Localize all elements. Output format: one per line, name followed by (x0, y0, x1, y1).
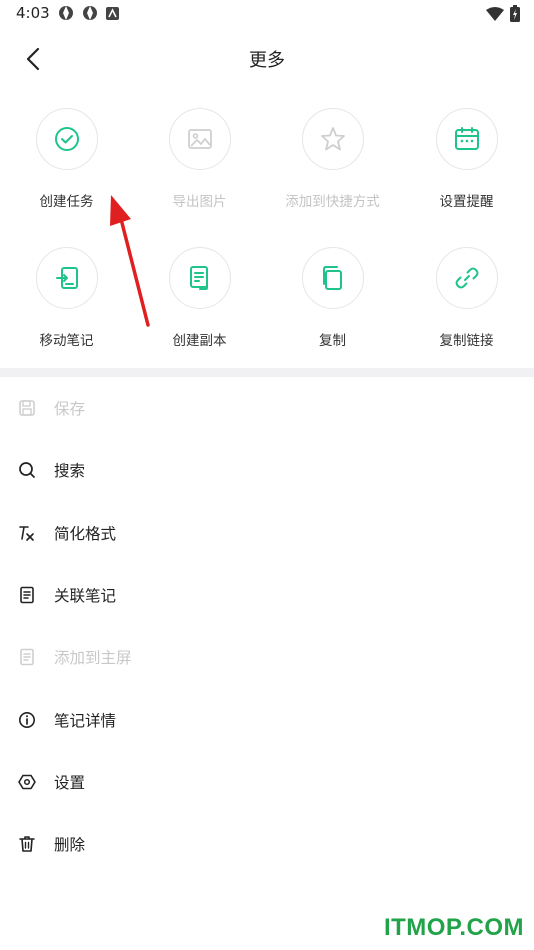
calendar-icon (454, 127, 479, 150)
status-bar: 4:03 (0, 0, 534, 28)
move-note-button[interactable]: 移动笔记 (0, 247, 133, 349)
grid-label: 添加到快捷方式 (285, 194, 380, 210)
settings-icon (17, 772, 37, 792)
save-icon (17, 398, 37, 418)
grid-label: 复制链接 (439, 333, 494, 349)
menu-label: 添加到主屏 (54, 649, 132, 668)
wifi-icon (486, 6, 504, 21)
copy-button[interactable]: 复制 (266, 247, 399, 349)
menu-label: 保存 (54, 400, 86, 419)
status-system-icons (486, 5, 520, 22)
move-note-icon (55, 267, 78, 289)
battery-charging-icon (510, 5, 520, 22)
grid-icon-circle (301, 108, 364, 170)
section-divider (0, 368, 534, 377)
settings-menu-item[interactable]: 设置 (0, 751, 534, 813)
simplify-format-menu-item[interactable]: 简化格式 (0, 502, 534, 564)
action-grid-row: 移动笔记 创建副本 复制 复制链接 (0, 247, 534, 386)
menu-label: 搜索 (54, 462, 86, 481)
grid-icon-circle (301, 247, 364, 309)
check-circle-icon (54, 127, 79, 151)
grid-label: 导出图片 (172, 194, 227, 210)
grid-icon-circle (435, 247, 498, 309)
trash-icon (17, 834, 37, 854)
menu-label: 设置 (54, 773, 86, 792)
status-time: 4:03 (16, 4, 50, 22)
status-notifications (58, 5, 119, 21)
search-menu-item[interactable]: 搜索 (0, 439, 534, 501)
linked-note-icon (17, 585, 37, 605)
copy-link-button[interactable]: 复制链接 (400, 247, 533, 349)
menu-label: 笔记详情 (54, 711, 117, 730)
create-task-button[interactable]: 创建任务 (0, 108, 133, 210)
add-to-home-menu-item[interactable]: 添加到主屏 (0, 626, 534, 688)
linked-notes-menu-item[interactable]: 关联笔记 (0, 564, 534, 626)
duplicate-note-icon (189, 266, 208, 290)
grid-label: 创建任务 (39, 194, 94, 210)
link-icon (455, 267, 478, 289)
grid-icon-circle (35, 108, 98, 170)
aperture-icon (83, 6, 97, 20)
action-grid-row: 创建任务 导出图片 添加到快捷方式 设置提醒 (0, 108, 534, 247)
note-details-menu-item[interactable]: 笔记详情 (0, 688, 534, 750)
menu-label: 简化格式 (54, 524, 117, 543)
grid-label: 设置提醒 (439, 194, 494, 210)
grid-icon-circle (168, 108, 231, 170)
header: 更多 (0, 36, 534, 82)
info-icon (17, 710, 37, 730)
save-menu-item[interactable]: 保存 (0, 377, 534, 439)
add-shortcut-button[interactable]: 添加到快捷方式 (266, 108, 399, 210)
export-image-button[interactable]: 导出图片 (133, 108, 266, 210)
menu-list: 保存 搜索 简化格式 关联笔记 添加到主屏 笔记详情 设置 删除 (0, 377, 534, 875)
aperture-icon (59, 6, 73, 20)
menu-label: 删除 (54, 836, 86, 855)
menu-label: 关联笔记 (54, 587, 117, 606)
home-screen-icon (17, 647, 37, 667)
set-reminder-button[interactable]: 设置提醒 (400, 108, 533, 210)
grid-icon-circle (168, 247, 231, 309)
grid-label: 复制 (319, 333, 346, 349)
page-title: 更多 (249, 50, 285, 71)
grid-icon-circle (435, 108, 498, 170)
watermark: ITMOP.COM (383, 914, 524, 941)
star-icon (320, 127, 345, 151)
create-copy-button[interactable]: 创建副本 (133, 247, 266, 349)
grid-icon-circle (35, 247, 98, 309)
app-notification-icon (106, 6, 119, 20)
action-grid: 创建任务 导出图片 添加到快捷方式 设置提醒 移动笔记 创建副本 复制 复制链接 (0, 108, 534, 386)
clear-format-icon (17, 523, 37, 543)
delete-menu-item[interactable]: 删除 (0, 813, 534, 875)
search-icon (17, 460, 37, 480)
grid-label: 移动笔记 (39, 333, 94, 349)
copy-icon (322, 266, 342, 290)
grid-label: 创建副本 (172, 333, 227, 349)
image-icon (187, 129, 212, 149)
